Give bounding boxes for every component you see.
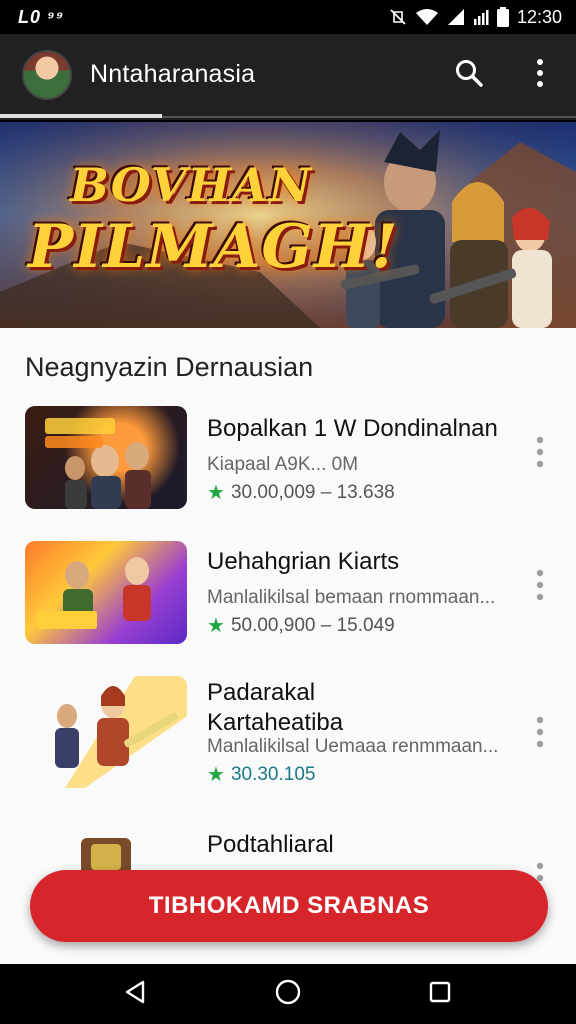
content-area: Neagnyazin Dernausian Bopalkan 1 W Dondi… [0,328,576,964]
hero-title-line1: BOVHAN [70,158,312,212]
recents-icon [428,980,452,1009]
nav-back-button[interactable] [116,974,156,1014]
hero-title-line2: PILMAGH! [28,212,399,282]
search-icon [454,58,484,93]
item-title-line2: Kartaheatiba [207,709,344,736]
item-subtitle: Kiapaal A9K... 0M [207,454,359,475]
game-thumbnail [25,676,187,788]
item-title: Uehahgrian Kiarts [207,548,400,575]
list-item[interactable]: Uehahgrian Kiarts Manlalikilsal bemaan r… [0,541,576,661]
system-nav-bar [0,964,576,1024]
item-rating-text: 50.00,900 – 15.049 [230,614,395,636]
item-subtitle: Manlalikilsal bemaan rnommaan... [207,587,496,608]
hero-banner[interactable]: BOVHAN PILMAGH! [0,122,576,328]
more-vert-icon [536,436,544,473]
status-bar: L0 ⁹⁹ 12:30 [0,0,576,34]
back-icon [123,979,149,1010]
status-icons: 12:30 [389,7,562,28]
nav-recents-button[interactable] [420,974,460,1014]
item-rating-text: 30.30.105 [230,763,316,785]
list-item[interactable]: Padarakal Kartaheatiba Manlalikilsal Uem… [0,676,576,806]
item-rating: ★ 30.00,009 – 13.638 [207,480,395,505]
signal-icon [447,8,465,26]
game-thumbnail [25,406,187,509]
item-rating-text: 30.00,009 – 13.638 [230,481,395,503]
status-left-text: L0 ⁹⁹ [18,6,65,27]
search-button[interactable] [450,56,488,94]
list-item[interactable]: Bopalkan 1 W Dondinalnan Kiapaal A9K... … [0,406,576,526]
star-icon: ★ [207,615,225,637]
home-icon [274,978,302,1011]
tab-divider [162,116,576,118]
app-bar: Nntaharanasia [0,34,576,120]
mute-icon [389,8,407,26]
tab-indicator [0,114,162,118]
signal-bars-icon [473,8,489,26]
game-thumbnail [25,541,187,644]
overflow-menu-button[interactable] [522,56,558,94]
app-title: Nntaharanasia [90,60,256,88]
item-title-line1: Padarakal [207,679,316,706]
more-vert-icon [536,716,544,753]
wifi-icon [415,8,439,26]
item-subtitle: Manlalikilsal Uemaaa renmmaan... [207,736,499,757]
more-vert-icon [536,569,544,606]
primary-action-button[interactable]: TIBHOKAMD SRABNAS [30,870,548,942]
battery-icon [496,7,509,27]
item-more-button[interactable] [528,714,552,754]
item-title: Podtahliaral [207,831,334,858]
item-rating: ★ 50.00,900 – 15.049 [207,613,395,638]
item-title: Bopalkan 1 W Dondinalnan [207,415,498,442]
avatar[interactable] [22,50,72,100]
star-icon: ★ [207,764,225,786]
item-more-button[interactable] [528,567,552,607]
section-title: Neagnyazin Dernausian [25,352,314,382]
nav-home-button[interactable] [268,974,308,1014]
item-more-button[interactable] [528,434,552,474]
item-rating: ★ 30.30.105 [207,762,315,787]
status-time: 12:30 [516,6,562,27]
star-icon: ★ [207,482,225,504]
more-vert-icon [536,58,544,93]
